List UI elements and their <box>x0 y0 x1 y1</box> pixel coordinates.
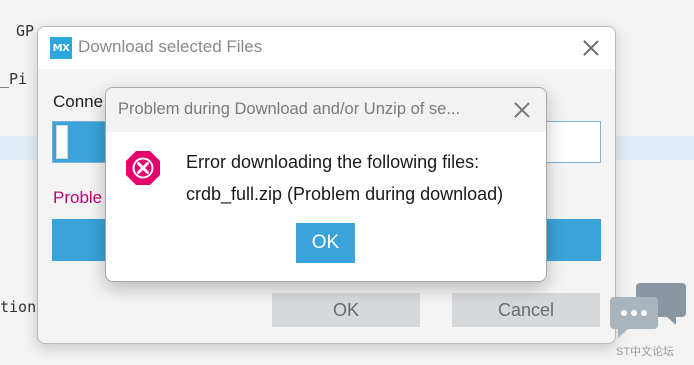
error-message-line: Error downloading the following files: <box>186 152 480 172</box>
watermark-text: ST中文论坛 <box>616 346 675 358</box>
code-line: tion <box>0 298 37 316</box>
stm32cubemx-logo-icon: MX <box>50 37 72 59</box>
error-dialog: Problem during Download and/or Unzip of … <box>105 87 547 282</box>
download-dialog-title: Download selected Files <box>78 37 263 56</box>
ok-button[interactable]: OK <box>272 293 420 327</box>
connection-label: Conne <box>53 92 104 111</box>
download-dialog-titlebar[interactable]: MX Download selected Files <box>38 27 615 69</box>
error-ok-button[interactable]: OK <box>296 223 355 263</box>
code-line: _Pi <box>0 70 28 88</box>
cancel-button[interactable]: Cancel <box>452 293 600 327</box>
error-dialog-titlebar[interactable]: Problem during Download and/or Unzip of … <box>106 88 546 132</box>
problem-label: Proble <box>53 188 103 207</box>
error-icon <box>126 151 160 185</box>
code-line: GP <box>16 22 35 40</box>
close-icon[interactable] <box>581 38 601 58</box>
progress-handle <box>56 125 68 159</box>
error-dialog-title: Problem during Download and/or Unzip of … <box>118 100 461 118</box>
close-icon[interactable] <box>512 100 532 120</box>
chat-bubbles-icon <box>610 283 686 338</box>
error-message-line: crdb_full.zip (Problem during download) <box>186 184 504 204</box>
forum-watermark: ST中文论坛 <box>608 279 688 361</box>
